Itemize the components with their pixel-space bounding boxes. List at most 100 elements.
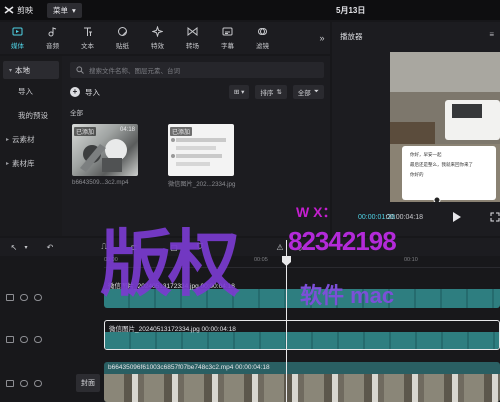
project-title: 5月13日 [336, 6, 366, 15]
nav-item-presets[interactable]: 我的预设 [0, 103, 62, 127]
audio-icon [48, 27, 57, 37]
tab-label: 贴纸 [116, 43, 129, 50]
import-button[interactable]: + 导入 [70, 87, 100, 98]
audio-toggle-icon[interactable] [34, 293, 42, 301]
audio-toggle-icon[interactable] [34, 335, 42, 343]
total-time: 00:00:04:18 [386, 214, 423, 221]
filter-label: 全部 [297, 90, 311, 97]
clip-label: 微信图片_20240513172334.jpg 00:00:04:18 [109, 326, 236, 333]
menu-icon[interactable]: ≡ [489, 30, 494, 39]
section-label: 全部 [70, 110, 83, 117]
play-icon[interactable] [452, 212, 461, 222]
app-logo: 剪映 [4, 5, 33, 16]
media-category-toolbar: 媒体 音频 文本 贴纸 特效 转场 字幕 滤镜 » [0, 22, 330, 54]
tab-stickers[interactable]: 贴纸 [105, 22, 140, 54]
chevron-down-icon[interactable]: ▾ [21, 242, 31, 252]
tab-audio[interactable]: 音频 [35, 22, 70, 54]
caret-icon: ▸ [6, 160, 10, 167]
tab-label: 字幕 [221, 43, 234, 50]
cover-button[interactable]: 封面 [76, 374, 100, 392]
clip-strip [105, 332, 499, 349]
eye-icon[interactable] [20, 379, 28, 387]
main-menu-button[interactable]: 菜单 ▾ [47, 2, 82, 18]
tab-label: 特效 [151, 43, 164, 50]
media-thumb-image[interactable]: 已添加 [168, 124, 234, 176]
split-icon[interactable]: ⎍ [99, 242, 109, 252]
main-menu-label: 菜单 [53, 5, 68, 15]
nav-label: 导入 [18, 86, 33, 96]
fullscreen-icon[interactable] [490, 212, 500, 222]
duration-label: 04:18 [119, 127, 135, 133]
timeline-clip-image[interactable]: 微信图片_20240513172334.jpg 00:00:04:18 [104, 278, 500, 308]
app-name: 剪映 [17, 5, 33, 15]
media-search-input[interactable]: 搜索文件名称、图层元素、台词 [70, 62, 324, 78]
effects-icon [152, 26, 163, 37]
filter-button[interactable]: 全部 ⏷ [292, 85, 324, 99]
filter-icon [258, 28, 267, 35]
tab-transitions[interactable]: 转场 [175, 22, 210, 54]
text-icon [84, 27, 92, 36]
import-label: 导入 [85, 87, 100, 97]
player-controls: 00:00:01:26 00:00:04:18 [332, 208, 500, 230]
search-placeholder: 搜索文件名称、图层元素、台词 [89, 68, 180, 75]
eye-icon[interactable] [20, 335, 28, 343]
nav-item-import[interactable]: 导入 [0, 79, 62, 103]
clip-label: 微信图片_20240513172334.jpg 00:00:04:18 [108, 283, 235, 290]
delete-icon[interactable]: ▢ [169, 242, 179, 252]
video-editor-window: 剪映 菜单 ▾ 5月13日 媒体 音频 文本 贴纸 特效 转场 字幕 滤镜 » … [0, 0, 500, 402]
nav-item-local[interactable]: ▾ 本地 [3, 61, 59, 79]
shield-icon[interactable]: ⛉ [195, 242, 205, 252]
media-thumb-video[interactable]: 已添加 04:18 [72, 124, 138, 176]
nav-label: 云素材 [12, 134, 35, 144]
crop-icon[interactable]: ◇ [295, 242, 305, 252]
trim-left-icon[interactable]: ⊏ [129, 242, 139, 252]
timeline-clip-video[interactable]: b66435096f61003c6857f07be748c3c2.mp4 00:… [104, 362, 500, 402]
eye-icon[interactable] [20, 293, 28, 301]
lock-icon[interactable] [6, 335, 14, 343]
select-cursor-icon[interactable]: ↖ [9, 242, 19, 252]
lock-icon[interactable] [6, 293, 14, 301]
time-ruler: 00:00 00:05 00:10 [104, 256, 500, 268]
ruler-tick: 00:10 [404, 257, 418, 263]
tab-label: 媒体 [11, 43, 24, 50]
tab-filters[interactable]: 滤镜 [245, 22, 280, 54]
tab-label: 音频 [46, 43, 59, 50]
sort-icon: ⇅ [276, 89, 282, 96]
clip-strip [104, 289, 500, 308]
caption-icon [222, 27, 233, 36]
sort-button[interactable]: 排序 ⇅ [255, 85, 287, 99]
funnel-icon: ⏷ [313, 88, 319, 95]
chat-line: 你好，早安一起 [410, 152, 442, 157]
warning-icon[interactable]: ⚠ [275, 242, 285, 252]
nav-item-library[interactable]: ▸ 素材库 [0, 151, 62, 175]
tab-captions[interactable]: 字幕 [210, 22, 245, 54]
chat-line: 你好的 [410, 172, 424, 177]
media-source-nav: ▾ 本地 导入 我的预设 ▸ 云素材 ▸ 素材库 [0, 56, 62, 236]
tab-text[interactable]: 文本 [70, 22, 105, 54]
tab-label: 文本 [81, 43, 94, 50]
tab-label: 滤镜 [256, 43, 269, 50]
tab-media[interactable]: 媒体 [0, 22, 35, 54]
video-preview[interactable]: 你好，早安一起 最后还是整么，我就来回你来了 你好的 [390, 52, 500, 202]
timeline-clip-image-selected[interactable]: 微信图片_20240513172334.jpg 00:00:04:18 [104, 320, 500, 350]
nav-item-cloud[interactable]: ▸ 云素材 [0, 127, 62, 151]
more-tabs-button[interactable]: » [314, 22, 330, 54]
import-row: + 导入 ⊞ ▾ 排序 ⇅ 全部 ⏷ [70, 84, 324, 100]
app-logo-icon [4, 6, 14, 14]
sort-label: 排序 [260, 90, 274, 97]
chat-line: 最后还是整么，我就来回你来了 [410, 162, 473, 167]
view-mode-button[interactable]: ⊞ ▾ [228, 85, 250, 99]
lock-icon[interactable] [6, 379, 14, 387]
ruler-tick: 00:05 [254, 257, 268, 263]
timeline: 00:00 00:05 00:10 微信图片_20240513172334.jp… [0, 256, 500, 402]
audio-toggle-icon[interactable] [34, 379, 42, 387]
timeline-toolbar: ↖ ▾ ↶ ⎍ ⊏ ▢ ⛉ ⚠ ◇ [0, 238, 500, 256]
sticker-icon [118, 27, 127, 36]
caret-icon: ▸ [6, 136, 10, 143]
player-panel: 播放器 ≡ 你好，早安一起 最后还是整么，我就来回你来了 你好的 00:00:0… [332, 22, 500, 236]
ruler-tick: 00:00 [104, 257, 118, 263]
tab-effects[interactable]: 特效 [140, 22, 175, 54]
plus-icon: + [70, 87, 80, 97]
title-bar: 剪映 菜单 ▾ 5月13日 [0, 0, 500, 20]
undo-icon[interactable]: ↶ [45, 242, 55, 252]
